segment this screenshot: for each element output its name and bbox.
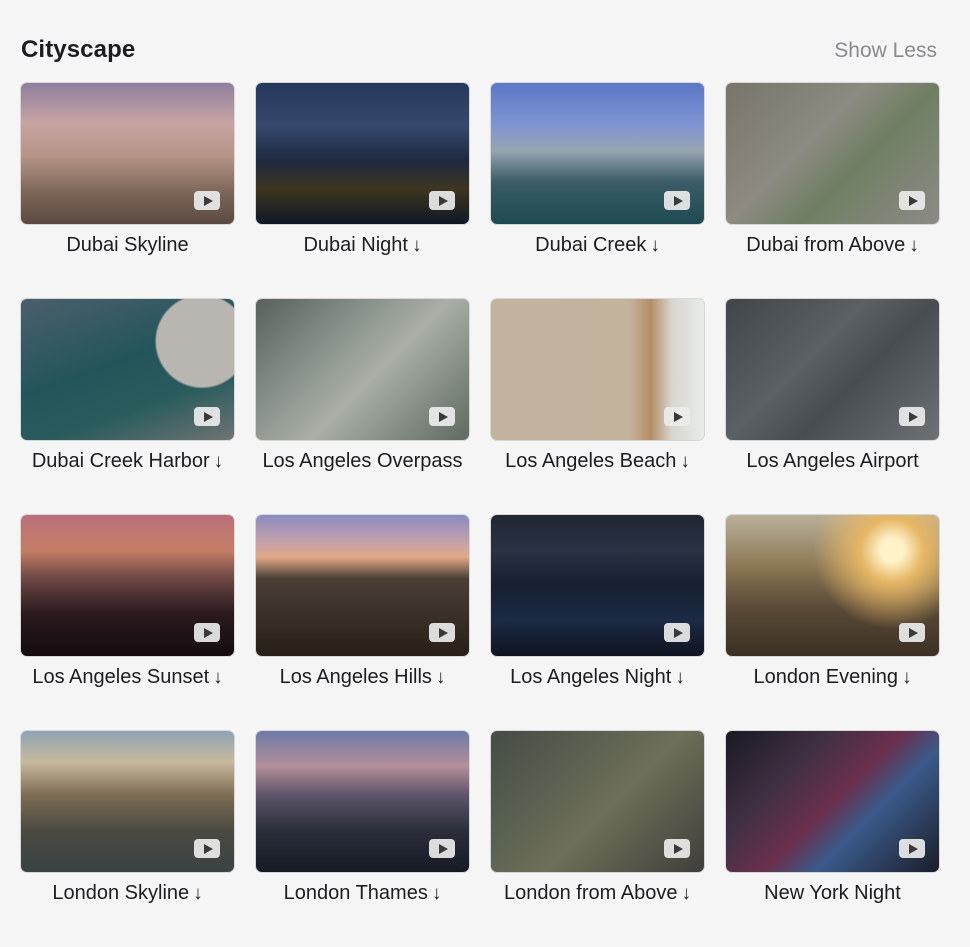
play-icon[interactable] (899, 623, 925, 642)
video-tile[interactable]: Dubai Night ↓ (256, 83, 469, 299)
video-tile[interactable]: London from Above ↓ (491, 731, 704, 947)
video-thumbnail[interactable] (491, 731, 704, 872)
video-tile[interactable]: New York Night (726, 731, 939, 947)
video-thumbnail[interactable] (726, 515, 939, 656)
play-icon[interactable] (429, 839, 455, 858)
download-arrow-icon[interactable]: ↓ (213, 667, 223, 688)
show-less-button[interactable]: Show Less (834, 39, 937, 63)
video-thumbnail[interactable] (726, 731, 939, 872)
play-icon[interactable] (664, 191, 690, 210)
video-tile[interactable]: Dubai from Above ↓ (726, 83, 939, 299)
video-tile[interactable]: Los Angeles Airport (726, 299, 939, 515)
video-label: London Skyline (52, 882, 190, 904)
video-thumbnail[interactable] (256, 731, 469, 872)
video-thumbnail[interactable] (491, 299, 704, 440)
download-arrow-icon[interactable]: ↓ (650, 235, 660, 256)
video-label: Los Angeles Beach (505, 450, 677, 472)
video-tile[interactable]: Dubai Creek ↓ (491, 83, 704, 299)
video-label: Los Angeles Airport (746, 450, 919, 472)
video-thumbnail[interactable] (21, 515, 234, 656)
video-tile[interactable]: Los Angeles Overpass (256, 299, 469, 515)
video-label: London Evening (753, 666, 899, 688)
video-tile[interactable]: Los Angeles Hills ↓ (256, 515, 469, 731)
video-label: London from Above (504, 882, 678, 904)
video-label: Dubai Creek (535, 234, 647, 256)
video-thumbnail[interactable] (726, 299, 939, 440)
download-arrow-icon[interactable]: ↓ (412, 235, 422, 256)
video-thumbnail[interactable] (256, 515, 469, 656)
download-arrow-icon[interactable]: ↓ (432, 883, 442, 904)
video-label: Dubai Creek Harbor (31, 450, 210, 472)
play-icon[interactable] (194, 407, 220, 426)
play-icon[interactable] (664, 407, 690, 426)
play-icon[interactable] (194, 839, 220, 858)
section-header: Cityscape Show Less (21, 36, 939, 70)
video-tile[interactable]: Los Angeles Sunset ↓ (21, 515, 234, 731)
download-arrow-icon[interactable]: ↓ (909, 235, 919, 256)
play-icon[interactable] (664, 623, 690, 642)
video-tile[interactable]: London Skyline ↓ (21, 731, 234, 947)
video-grid: Dubai Skyline Dubai Night ↓ Dubai Creek ↓ … (21, 83, 939, 947)
video-label: Los Angeles Night (510, 666, 672, 688)
video-label: Los Angeles Hills (279, 666, 432, 688)
video-label: Dubai Skyline (66, 234, 189, 256)
play-icon[interactable] (429, 191, 455, 210)
video-tile[interactable]: Dubai Creek Harbor ↓ (21, 299, 234, 515)
download-arrow-icon[interactable]: ↓ (214, 451, 224, 472)
video-tile[interactable]: Dubai Skyline (21, 83, 234, 299)
video-label: Dubai from Above (746, 234, 906, 256)
play-icon[interactable] (429, 623, 455, 642)
video-thumbnail[interactable] (21, 299, 234, 440)
video-label: Dubai Night (303, 234, 408, 256)
video-tile[interactable]: London Thames ↓ (256, 731, 469, 947)
video-label: London Thames (283, 882, 428, 904)
video-thumbnail[interactable] (491, 515, 704, 656)
section-title: Cityscape (21, 36, 136, 63)
video-tile[interactable]: London Evening ↓ (726, 515, 939, 731)
play-icon[interactable] (194, 623, 220, 642)
video-tile[interactable]: Los Angeles Night ↓ (491, 515, 704, 731)
download-arrow-icon[interactable]: ↓ (681, 883, 691, 904)
video-label: New York Night (764, 882, 901, 904)
download-arrow-icon[interactable]: ↓ (193, 883, 203, 904)
video-thumbnail[interactable] (256, 299, 469, 440)
play-icon[interactable] (664, 839, 690, 858)
play-icon[interactable] (899, 407, 925, 426)
play-icon[interactable] (194, 191, 220, 210)
video-thumbnail[interactable] (21, 731, 234, 872)
download-arrow-icon[interactable]: ↓ (902, 667, 912, 688)
video-label: Los Angeles Overpass (262, 450, 463, 472)
play-icon[interactable] (899, 839, 925, 858)
play-icon[interactable] (899, 191, 925, 210)
play-icon[interactable] (429, 407, 455, 426)
video-thumbnail[interactable] (726, 83, 939, 224)
download-arrow-icon[interactable]: ↓ (675, 667, 685, 688)
video-thumbnail[interactable] (21, 83, 234, 224)
video-label: Los Angeles Sunset (32, 666, 210, 688)
video-thumbnail[interactable] (256, 83, 469, 224)
download-arrow-icon[interactable]: ↓ (680, 451, 690, 472)
video-tile[interactable]: Los Angeles Beach ↓ (491, 299, 704, 515)
video-thumbnail[interactable] (491, 83, 704, 224)
download-arrow-icon[interactable]: ↓ (436, 667, 446, 688)
